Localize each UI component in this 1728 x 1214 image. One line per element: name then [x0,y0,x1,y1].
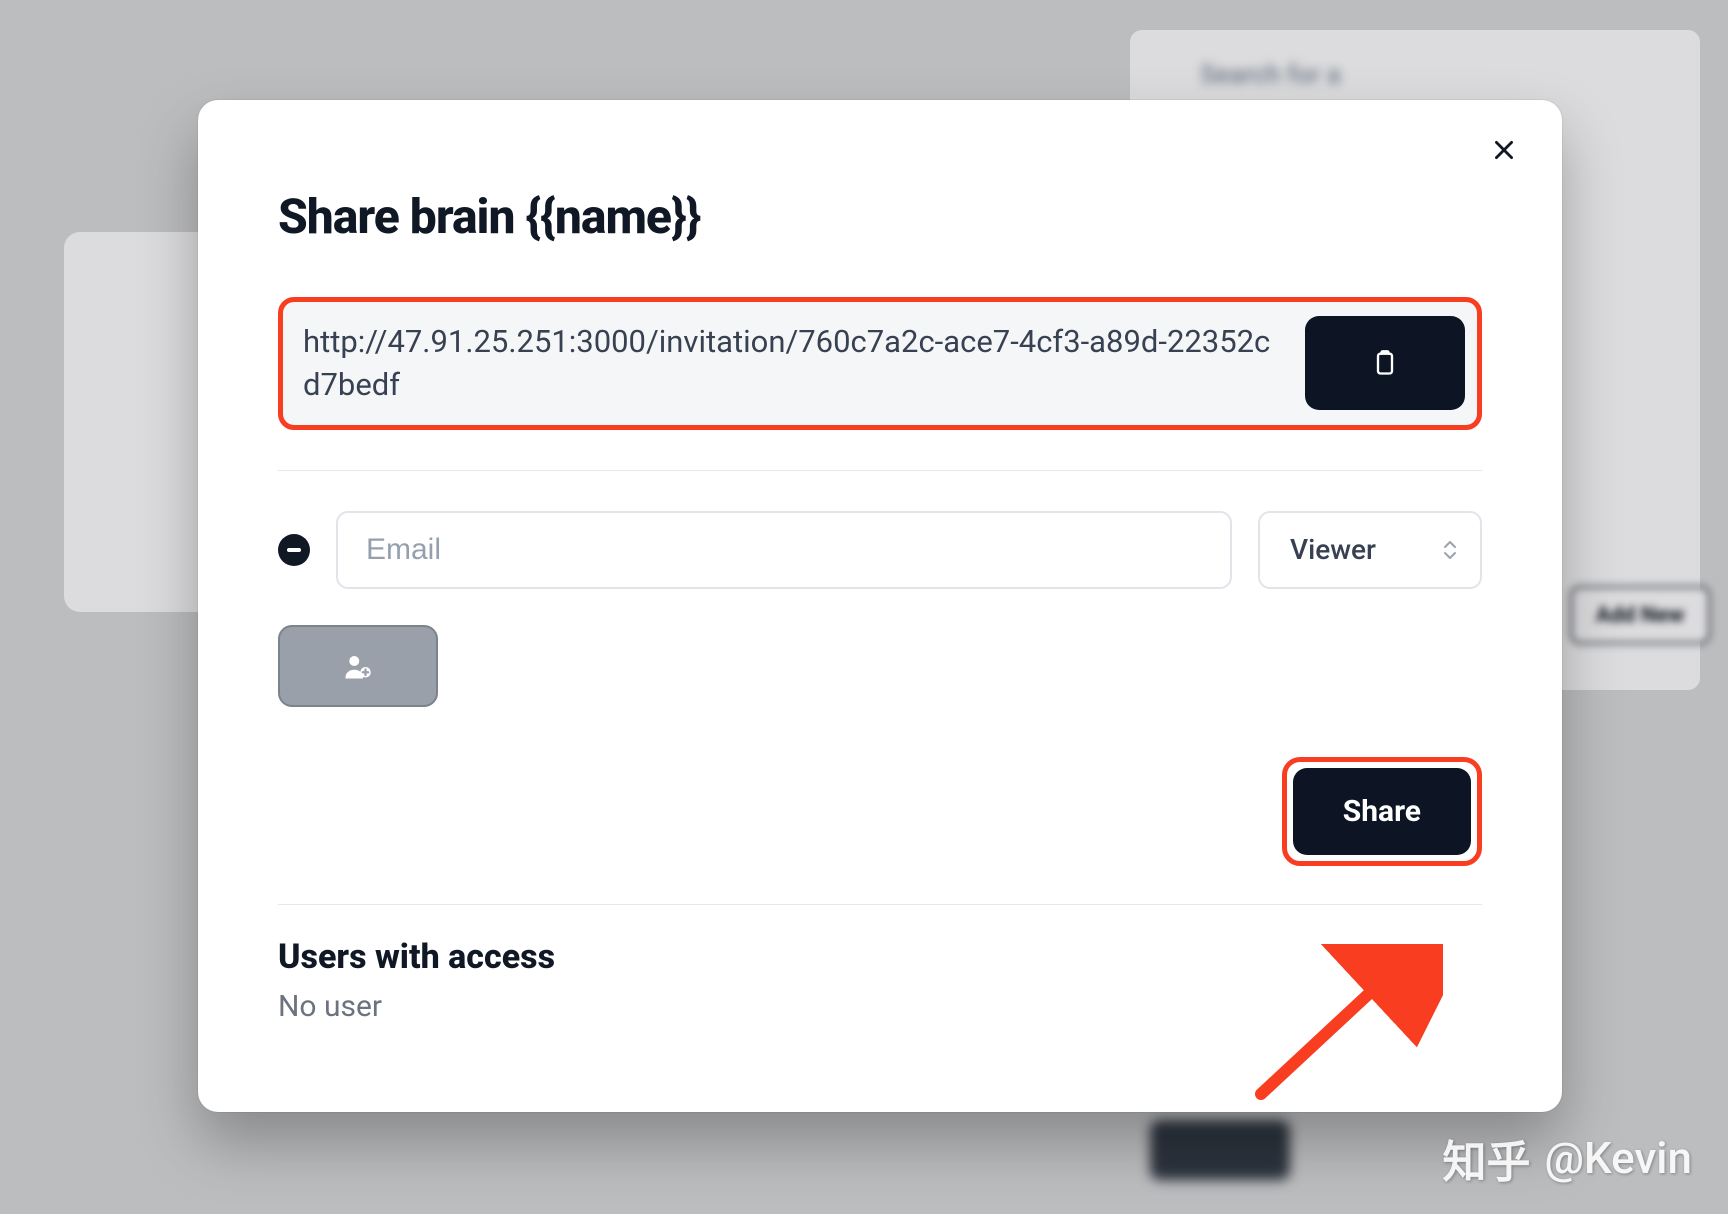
share-button-label: Share [1343,794,1421,829]
copy-link-button[interactable] [1305,316,1465,410]
share-modal: Share brain {{name}} http://47.91.25.251… [198,100,1562,1112]
watermark: 知乎 @Kevin [1442,1126,1692,1190]
divider [278,470,1482,471]
person-plus-icon [343,651,373,681]
bg-search-placeholder: Search for a [1200,60,1341,90]
share-row: Share [278,757,1482,866]
chevron-up-down-icon [1442,540,1458,560]
role-selected-label: Viewer [1290,533,1376,566]
users-with-access-title: Users with access [278,937,1482,977]
minus-icon [287,548,301,552]
bg-button [1150,1120,1290,1180]
close-icon [1491,137,1517,163]
remove-invite-button[interactable] [278,534,310,566]
add-invite-button[interactable] [278,625,438,707]
invite-row: Viewer [278,511,1482,589]
share-button[interactable]: Share [1293,768,1471,855]
clipboard-icon [1371,349,1399,377]
modal-title: Share brain {{name}} [278,188,1482,245]
no-user-text: No user [278,989,1482,1024]
bg-add-new-button: Add New [1570,586,1710,644]
share-highlight: Share [1282,757,1482,866]
watermark-site: 知乎 [1442,1126,1530,1190]
invite-link-box: http://47.91.25.251:3000/invitation/760c… [278,297,1482,430]
watermark-author: @Kevin [1544,1132,1692,1184]
role-select[interactable]: Viewer [1258,511,1482,589]
divider [278,904,1482,905]
invite-url-text[interactable]: http://47.91.25.251:3000/invitation/760c… [303,312,1285,415]
close-button[interactable] [1486,132,1522,168]
email-input[interactable] [336,511,1232,589]
